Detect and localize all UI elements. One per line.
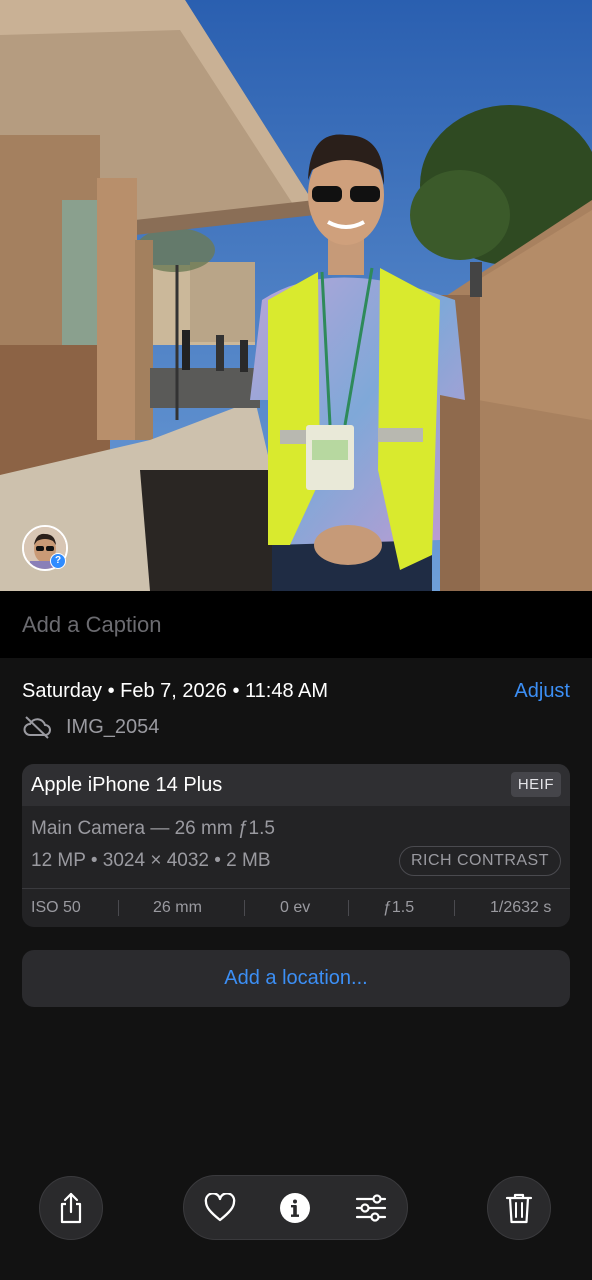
exif-separator: [244, 900, 245, 916]
question-badge-icon: ?: [50, 553, 66, 569]
exif-separator: [118, 900, 119, 916]
delete-button[interactable]: [487, 1176, 551, 1240]
exif-separator: [348, 900, 349, 916]
toolbar-pill: [183, 1175, 408, 1240]
filename: IMG_2054: [66, 715, 160, 738]
info-button[interactable]: [265, 1176, 325, 1239]
exposure-value: 0 ev: [280, 899, 311, 916]
focal-length-value: 26 mm: [153, 899, 202, 916]
exif-card: Apple iPhone 14 Plus HEIF Main Camera — …: [22, 764, 570, 927]
info-icon: [280, 1192, 310, 1223]
caption-bar: [0, 591, 592, 658]
add-location-button[interactable]: Add a location...: [22, 950, 570, 1007]
shutter-value: 1/2632 s: [490, 899, 552, 916]
photo-image: [0, 0, 592, 591]
image-specs: 12 MP • 3024 × 4032 • 2 MB: [31, 850, 271, 871]
share-button[interactable]: [39, 1176, 103, 1240]
format-badge: HEIF: [510, 772, 561, 797]
photo-viewer[interactable]: ?: [0, 0, 592, 591]
iso-value: ISO 50: [31, 899, 81, 916]
heart-icon: [204, 1192, 236, 1221]
filename-row: IMG_2054: [22, 714, 159, 740]
exif-stats-row: ISO 50 26 mm 0 ev ƒ1.5 1/2632 s: [22, 888, 570, 927]
edit-button[interactable]: [341, 1176, 401, 1239]
caption-input[interactable]: [22, 603, 562, 647]
exif-separator: [454, 900, 455, 916]
exif-header: Apple iPhone 14 Plus HEIF: [22, 764, 570, 806]
share-icon: [60, 1192, 82, 1224]
trash-icon: [505, 1193, 533, 1224]
cloud-off-icon: [23, 716, 51, 739]
photo-style-badge: RICH CONTRAST: [398, 846, 561, 876]
adjust-button[interactable]: Adjust: [514, 680, 570, 703]
lens-info: Main Camera — 26 mm ƒ1.5: [31, 818, 275, 839]
favorite-button[interactable]: [190, 1176, 250, 1239]
device-name: Apple iPhone 14 Plus: [31, 774, 223, 796]
sliders-icon: [355, 1193, 387, 1222]
date-time-label: Saturday • Feb 7, 2026 • 11:48 AM: [22, 680, 329, 702]
aperture-value: ƒ1.5: [383, 899, 415, 916]
